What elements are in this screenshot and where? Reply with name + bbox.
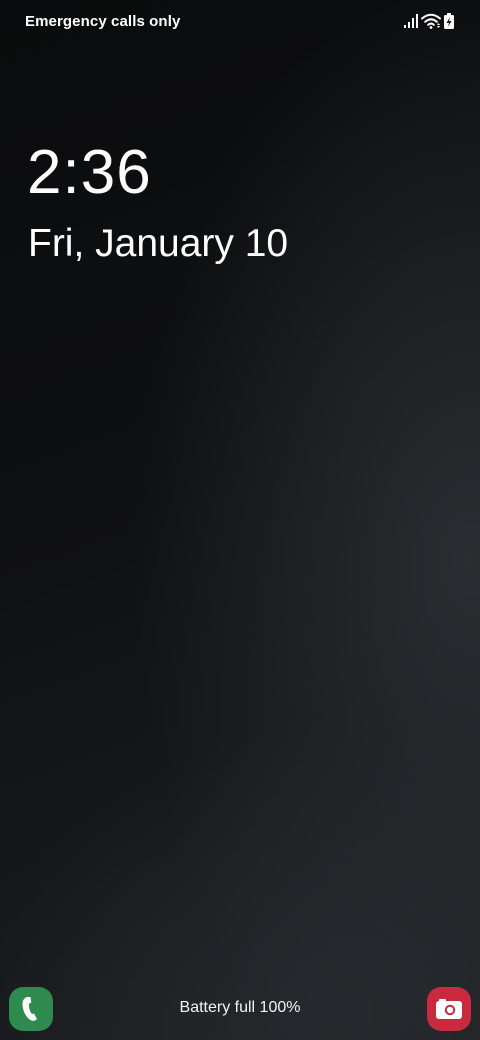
camera-icon <box>436 999 462 1019</box>
status-icons <box>404 12 454 30</box>
lock-screen-clock: 2:36 <box>27 138 152 207</box>
carrier-status-text: Emergency calls only <box>25 13 181 30</box>
camera-shortcut-button[interactable] <box>427 987 471 1031</box>
wifi-icon <box>421 13 441 29</box>
battery-charging-icon <box>444 13 454 29</box>
status-bar: Emergency calls only <box>0 0 480 44</box>
signal-icon <box>404 14 418 28</box>
charging-status-text: Battery full 100% <box>179 999 301 1016</box>
lock-screen-date: Fri, January 10 <box>28 222 289 265</box>
